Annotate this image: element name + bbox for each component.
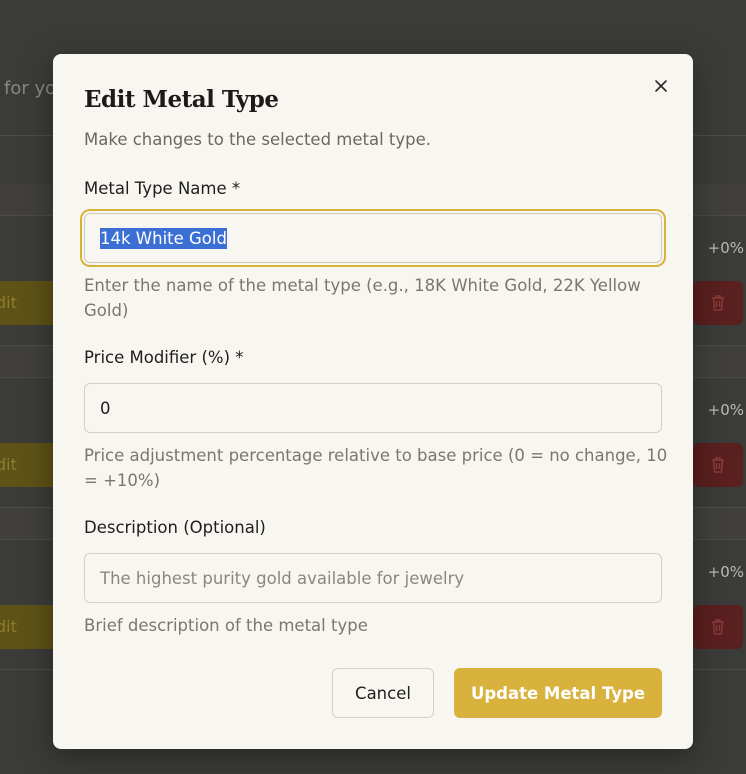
- dialog-title: Edit Metal Type: [84, 86, 279, 113]
- price-modifier-helper: Price adjustment percentage relative to …: [84, 446, 668, 490]
- price-modifier-input[interactable]: 0: [84, 383, 662, 433]
- description-label: Description (Optional): [84, 518, 266, 537]
- price-modifier-cell: +0%: [707, 563, 744, 581]
- edit-button[interactable]: dit: [0, 281, 60, 325]
- cancel-button[interactable]: Cancel: [332, 668, 434, 718]
- close-button[interactable]: [651, 76, 671, 96]
- price-modifier-cell: +0%: [707, 239, 744, 257]
- metal-type-name-value: 14k White Gold: [100, 227, 227, 249]
- trash-icon: [712, 457, 724, 473]
- dialog-description: Make changes to the selected metal type.: [84, 130, 432, 149]
- delete-button[interactable]: [693, 281, 743, 325]
- edit-metal-type-dialog: Edit Metal Type Make changes to the sele…: [53, 54, 693, 749]
- price-modifier-cell: +0%: [707, 401, 744, 419]
- price-modifier-value: 0: [100, 398, 111, 418]
- update-metal-type-button[interactable]: Update Metal Type: [454, 668, 662, 718]
- metal-type-name-label: Metal Type Name *: [84, 179, 241, 198]
- trash-icon: [712, 295, 724, 311]
- page-subtitle: for yo: [4, 78, 57, 99]
- delete-button[interactable]: [693, 605, 743, 649]
- close-icon: [655, 80, 667, 92]
- edit-button[interactable]: dit: [0, 605, 60, 649]
- trash-icon: [712, 619, 724, 635]
- metal-type-name-input[interactable]: 14k White Gold: [84, 213, 662, 263]
- description-placeholder: The highest purity gold available for je…: [100, 568, 465, 588]
- delete-button[interactable]: [693, 443, 743, 487]
- description-input[interactable]: The highest purity gold available for je…: [84, 553, 662, 603]
- price-modifier-label: Price Modifier (%) *: [84, 348, 244, 367]
- metal-type-name-helper: Enter the name of the metal type (e.g., …: [84, 276, 641, 320]
- edit-button[interactable]: dit: [0, 443, 60, 487]
- description-helper: Brief description of the metal type: [84, 616, 368, 635]
